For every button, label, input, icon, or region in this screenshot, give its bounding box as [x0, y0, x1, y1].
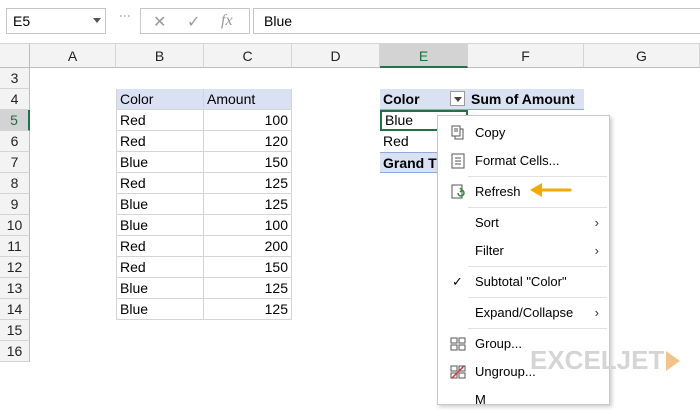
row-header-9[interactable]: 9	[0, 194, 30, 215]
column-header-e[interactable]: E	[380, 44, 468, 68]
pivot-row-label: Color	[383, 91, 420, 107]
format-cells-icon	[451, 153, 465, 169]
table-cell-amount[interactable]: 120	[204, 131, 292, 152]
table-cell-color[interactable]: Red	[116, 236, 204, 257]
copy-icon	[451, 125, 464, 140]
select-all-corner[interactable]	[0, 44, 30, 68]
dropdown-arrow-icon	[454, 97, 462, 102]
formula-bar: E5 ⋮ ✕ ✓ fx Blue	[0, 0, 700, 44]
pivot-header-color[interactable]: Color	[380, 89, 468, 110]
row-header-8[interactable]: 8	[0, 173, 30, 194]
menu-item-format-cells-label: Format Cells...	[475, 153, 560, 168]
menu-item-ungroup-label: Ungroup...	[475, 364, 536, 379]
table-cell-amount[interactable]: 100	[204, 110, 292, 131]
row-header-5[interactable]: 5	[0, 110, 30, 131]
menu-item-copy[interactable]: Copy	[438, 120, 609, 146]
table-cell-amount[interactable]: 150	[204, 257, 292, 278]
menu-item-more[interactable]: M	[438, 387, 609, 413]
row-header-11[interactable]: 11	[0, 236, 30, 257]
row-header-10[interactable]: 10	[0, 215, 30, 236]
row-header-6[interactable]: 6	[0, 131, 30, 152]
column-header-b[interactable]: B	[116, 44, 204, 68]
table-cell-color[interactable]: Red	[116, 131, 204, 152]
menu-item-filter-label: Filter	[475, 243, 504, 258]
menu-item-expand-collapse[interactable]: Expand/Collapse ›	[438, 300, 609, 326]
table-cell-amount[interactable]: 150	[204, 152, 292, 173]
column-header-c[interactable]: C	[204, 44, 292, 68]
menu-item-refresh[interactable]: Refresh	[438, 179, 609, 205]
brand-logo: EXCELJET	[530, 345, 665, 375]
row-header-7[interactable]: 7	[0, 152, 30, 173]
chevron-right-icon: ›	[594, 305, 599, 320]
table-cell-color[interactable]: Blue	[116, 299, 204, 320]
chevron-down-icon[interactable]	[93, 18, 101, 23]
row-header-13[interactable]: 13	[0, 278, 30, 299]
check-icon: ✓	[452, 274, 463, 289]
table-cell-color[interactable]: Blue	[116, 278, 204, 299]
chevron-right-icon: ›	[594, 215, 599, 230]
row-header-14[interactable]: 14	[0, 299, 30, 320]
annotation-arrow-icon	[530, 183, 572, 197]
group-icon	[450, 337, 466, 351]
formula-input[interactable]: Blue	[253, 8, 700, 34]
menu-separator	[468, 207, 607, 208]
table-cell-color[interactable]: Red	[116, 110, 204, 131]
name-box[interactable]: E5	[6, 8, 106, 34]
table-header-amount[interactable]: Amount	[204, 89, 292, 110]
menu-separator	[468, 266, 607, 267]
name-box-value: E5	[13, 13, 31, 29]
drag-handle-icon[interactable]: ⋮	[118, 10, 132, 22]
table-cell-amount[interactable]: 100	[204, 215, 292, 236]
column-header-a[interactable]: A	[30, 44, 116, 68]
table-cell-color[interactable]: Blue	[116, 215, 204, 236]
confirm-icon[interactable]: ✓	[187, 12, 200, 32]
cancel-icon[interactable]: ✕	[153, 12, 166, 32]
table-cell-amount[interactable]: 125	[204, 278, 292, 299]
menu-item-subtotal[interactable]: ✓ Subtotal "Color"	[438, 269, 609, 295]
table-header-color[interactable]: Color	[116, 89, 204, 110]
table-cell-color[interactable]: Blue	[116, 194, 204, 215]
menu-separator	[468, 297, 607, 298]
insert-function-icon[interactable]: fx	[221, 12, 233, 30]
menu-separator	[468, 328, 607, 329]
chevron-right-icon: ›	[594, 243, 599, 258]
row-header-12[interactable]: 12	[0, 257, 30, 278]
formula-text: Blue	[264, 13, 293, 29]
table-cell-amount[interactable]: 125	[204, 299, 292, 320]
row-header-15[interactable]: 15	[0, 320, 30, 341]
table-cell-amount[interactable]: 125	[204, 173, 292, 194]
menu-item-copy-label: Copy	[475, 125, 506, 140]
menu-item-group-label: Group...	[475, 336, 522, 351]
table-cell-color[interactable]: Red	[116, 173, 204, 194]
menu-item-expand-collapse-label: Expand/Collapse	[475, 305, 574, 320]
pivot-header-sum[interactable]: Sum of Amount	[468, 89, 584, 110]
menu-item-refresh-label: Refresh	[475, 184, 521, 199]
menu-item-sort[interactable]: Sort ›	[438, 210, 609, 236]
menu-item-format-cells[interactable]: Format Cells...	[438, 148, 609, 174]
menu-separator	[468, 176, 607, 177]
table-cell-amount[interactable]: 200	[204, 236, 292, 257]
table-cell-amount[interactable]: 125	[204, 194, 292, 215]
row-header-4[interactable]: 4	[0, 89, 30, 110]
table-cell-color[interactable]: Blue	[116, 152, 204, 173]
menu-item-filter[interactable]: Filter ›	[438, 238, 609, 264]
column-header-d[interactable]: D	[292, 44, 380, 68]
ungroup-icon	[450, 365, 466, 379]
formula-buttons: ✕ ✓ fx	[140, 8, 250, 34]
menu-item-more-label: M	[475, 392, 486, 407]
row-header-3[interactable]: 3	[0, 68, 30, 89]
menu-item-sort-label: Sort	[475, 215, 499, 230]
column-header-g[interactable]: G	[584, 44, 700, 68]
table-cell-color[interactable]: Red	[116, 257, 204, 278]
filter-dropdown-button[interactable]	[450, 91, 465, 106]
menu-item-subtotal-label: Subtotal "Color"	[475, 274, 567, 289]
column-header-f[interactable]: F	[468, 44, 584, 68]
brand-logo-icon	[666, 351, 680, 371]
refresh-icon	[451, 184, 465, 199]
row-header-16[interactable]: 16	[0, 341, 30, 362]
